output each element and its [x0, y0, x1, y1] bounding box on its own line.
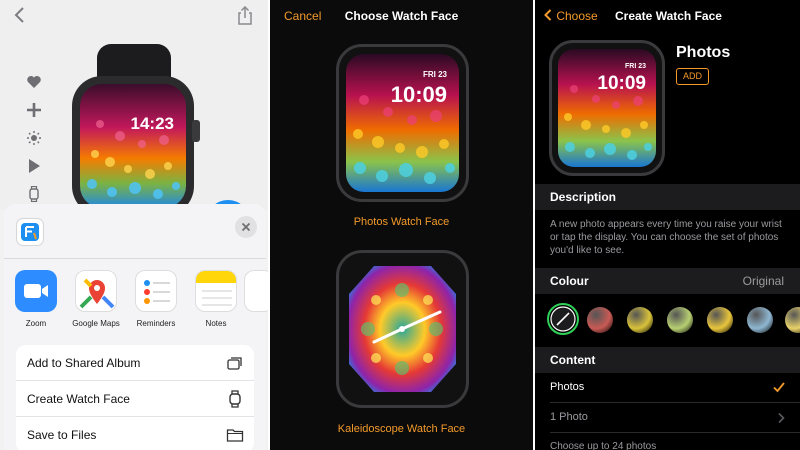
add-button[interactable]: ADD [676, 68, 709, 85]
create-watch-face-panel: Choose Create Watch Face FRI 23 10:09 Ph… [535, 0, 800, 450]
description-text: A new photo appears every time you raise… [550, 219, 782, 256]
section-title: Description [550, 190, 617, 204]
back-chevron-icon[interactable] [12, 6, 28, 24]
app-label: Google Maps [72, 319, 120, 328]
kaleidoscope-face-option[interactable] [336, 250, 469, 408]
photos-face-screen: FRI 23 10:09 [558, 49, 656, 167]
action-create-watch-face[interactable]: Create Watch Face [16, 381, 254, 417]
app-label: Reminders [136, 319, 176, 328]
photos-face-preview: FRI 23 10:09 [346, 54, 459, 192]
choose-watch-face-panel: Cancel Choose Watch Face FRI 23 10:09 Ph… [270, 0, 533, 450]
face-time: 10:09 [597, 73, 646, 94]
nav-title: Choose Watch Face [344, 9, 459, 23]
close-icon [241, 222, 251, 232]
face-name: Photos [676, 44, 731, 61]
reminders-icon [135, 270, 177, 312]
content-row-photos[interactable]: Photos [550, 373, 800, 403]
digital-crown [192, 120, 200, 142]
plus-icon[interactable] [26, 102, 42, 118]
notes-icon [195, 270, 237, 312]
folder-icon [226, 429, 244, 442]
share-sheet: Zoom Google Maps Reminders Notes Add to … [4, 204, 268, 450]
row-label: Photos [550, 381, 585, 393]
face-time: 10:09 [390, 82, 447, 107]
close-button[interactable] [235, 216, 257, 238]
zoom-icon [15, 270, 57, 312]
photos-face-caption[interactable]: Photos Watch Face [270, 216, 533, 228]
colour-header: Colour Original [535, 268, 800, 294]
photos-share-panel: 14:23 Zoom Google Maps Reminders Notes A… [0, 0, 268, 450]
action-add-to-shared-album[interactable]: Add to Shared Album [16, 345, 254, 381]
description-header: Description [535, 184, 800, 210]
colour-value: Original [742, 274, 784, 288]
selected-face-preview: FRI 23 10:09 [549, 40, 665, 176]
watch-photo-screen: 14:23 [80, 84, 186, 208]
back-label: Choose [556, 9, 598, 23]
brightness-icon[interactable] [26, 130, 42, 146]
app-label: Zoom [25, 319, 47, 328]
photo-viewer: 14:23 [0, 0, 268, 244]
app-notes[interactable]: Notes [186, 270, 246, 328]
colour-swatch[interactable] [747, 307, 773, 333]
kaleidoscope-face-preview [346, 260, 459, 398]
photos-face-option[interactable]: FRI 23 10:09 [336, 44, 469, 202]
share-icon[interactable] [236, 6, 254, 26]
original-colour-icon [550, 306, 576, 332]
face-date: FRI 23 [422, 70, 447, 79]
action-label: Save to Files [27, 428, 97, 442]
section-title: Colour [550, 274, 589, 288]
content-row-1-photo[interactable]: 1 Photo [550, 403, 800, 433]
shared-album-icon [227, 357, 242, 370]
app-google-maps[interactable]: Google Maps [66, 270, 126, 328]
action-save-to-files[interactable]: Save to Files [16, 417, 254, 450]
kaleidoscope-face-caption[interactable]: Kaleidoscope Watch Face [270, 423, 533, 435]
sheet-divider [4, 258, 266, 259]
action-label: Add to Shared Album [27, 356, 141, 370]
colour-swatch[interactable] [707, 307, 733, 333]
section-title: Content [550, 353, 596, 367]
action-label: Create Watch Face [27, 392, 130, 406]
apple-watch-preview: 14:23 [62, 44, 212, 216]
google-maps-icon [75, 270, 117, 312]
content-header: Content [535, 347, 800, 373]
colour-swatch[interactable] [667, 307, 693, 333]
share-actions-list: Add to Shared Album Create Watch Face Sa… [16, 345, 254, 450]
app-label: Notes [205, 319, 227, 328]
app-more-partial[interactable] [244, 270, 268, 312]
heart-icon[interactable] [26, 74, 42, 90]
app-reminders[interactable]: Reminders [126, 270, 186, 328]
content-hint: Choose up to 24 photos [550, 441, 657, 450]
face-date: FRI 23 [624, 63, 646, 70]
colour-swatch[interactable] [627, 307, 653, 333]
nav-title: Create Watch Face [615, 9, 722, 23]
back-chevron-icon [544, 9, 552, 21]
colour-swatch[interactable] [785, 307, 800, 333]
kaleidoscope-image [349, 266, 456, 392]
watch-case: 14:23 [72, 76, 194, 216]
checkmark-icon [773, 382, 785, 393]
play-icon[interactable] [26, 158, 42, 174]
row-label: 1 Photo [550, 411, 588, 423]
colorful-photo-image [80, 84, 186, 208]
screenshot-collage: 14:23 Zoom Google Maps Reminders Notes A… [0, 0, 800, 450]
chevron-right-icon [778, 412, 785, 424]
colour-swatch[interactable] [587, 307, 613, 333]
watch-small-icon[interactable] [26, 186, 42, 202]
colour-original-swatch[interactable] [547, 303, 579, 335]
back-button[interactable]: Choose [543, 9, 598, 23]
watch-icon [229, 390, 241, 408]
app-partial-icon [244, 270, 268, 312]
app-zoom[interactable]: Zoom [6, 270, 66, 328]
shared-app-icon [16, 218, 44, 246]
watch-time: 14:23 [130, 114, 174, 133]
